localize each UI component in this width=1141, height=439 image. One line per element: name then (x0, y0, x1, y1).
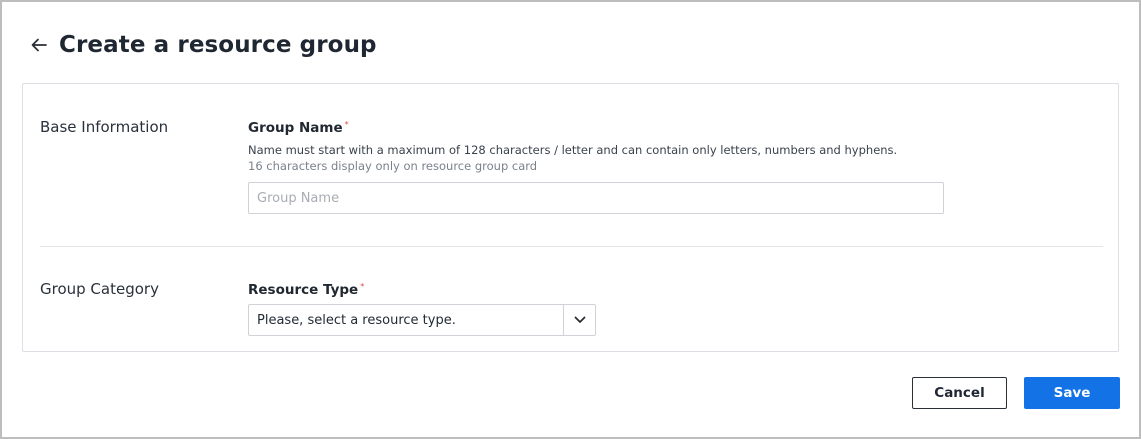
page-header: Create a resource group (28, 30, 377, 60)
resource-type-selected-value: Please, select a resource type. (257, 312, 456, 328)
section-divider (40, 246, 1103, 247)
page-title: Create a resource group (59, 32, 377, 58)
group-name-input[interactable] (248, 182, 944, 214)
arrow-left-icon (31, 38, 47, 52)
help-count-text: 16 characters display only on resource g… (248, 159, 538, 173)
required-mark: * (344, 120, 349, 129)
resource-type-label-text: Resource Type (248, 282, 359, 298)
resource-type-label: Resource Type * (248, 282, 364, 298)
back-button[interactable] (28, 34, 50, 56)
form-panel: Base Information Group Name * Name must s… (22, 83, 1119, 352)
resource-type-dropdown-toggle[interactable] (563, 305, 595, 335)
cancel-button[interactable]: Cancel (912, 377, 1007, 409)
required-mark: * (360, 282, 365, 291)
page-frame: Create a resource group Base Information… (0, 0, 1141, 439)
group-name-label: Group Name * (248, 120, 349, 136)
resource-type-select[interactable]: Please, select a resource type. (248, 304, 596, 336)
group-name-help-text: Name must start with a maximum of 128 ch… (248, 142, 908, 174)
section-label-group-category: Group Category (40, 280, 159, 298)
section-label-base-information: Base Information (40, 118, 169, 136)
chevron-down-icon (574, 316, 585, 323)
group-name-label-text: Group Name (248, 120, 343, 136)
help-main-text: Name must start with a maximum of 128 ch… (248, 143, 898, 157)
save-button[interactable]: Save (1024, 377, 1120, 409)
